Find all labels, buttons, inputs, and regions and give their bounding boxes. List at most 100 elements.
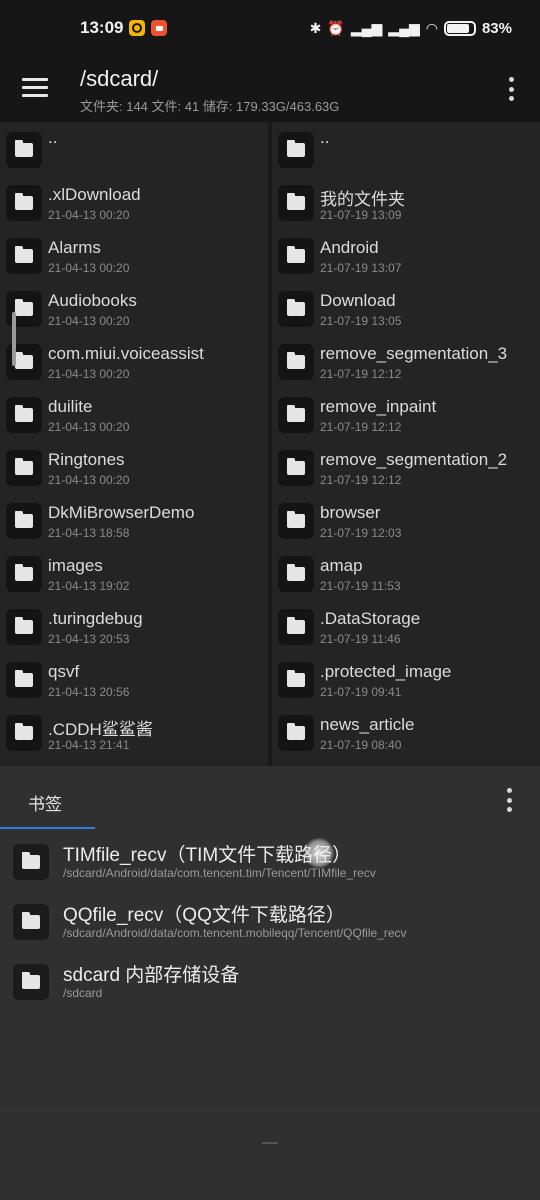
bookmarks-panel: 书签 TIMfile_recv（TIM文件下载路径） /sdcard/Andro… xyxy=(0,766,540,1200)
bookmark-item[interactable]: QQfile_recv（QQ文件下载路径） /sdcard/Android/da… xyxy=(0,898,540,954)
folder-icon xyxy=(6,556,42,592)
bookmark-item[interactable]: sdcard 内部存储设备 /sdcard xyxy=(0,958,540,1014)
alarm-icon: ⏰ xyxy=(327,19,345,36)
bookmark-name: QQfile_recv（QQ文件下载路径） xyxy=(63,905,345,926)
folder-date: 21-04-13 20:53 xyxy=(48,632,130,646)
folder-date: 21-07-19 12:12 xyxy=(320,367,402,381)
folder-row[interactable]: .DataStorage 21-07-19 11:46 xyxy=(272,599,540,652)
folder-row[interactable]: DkMiBrowserDemo 21-04-13 18:58 xyxy=(0,493,268,546)
folder-row[interactable]: remove_segmentation_3 21-07-19 12:12 xyxy=(272,334,540,387)
folder-row[interactable]: .xlDownload 21-04-13 00:20 xyxy=(0,175,268,228)
bookmark-path: /sdcard xyxy=(63,986,103,1000)
folder-icon xyxy=(6,662,42,698)
folder-row[interactable]: Download 21-07-19 13:05 xyxy=(272,281,540,334)
folder-row[interactable]: .CDDH鲨鲨酱 21-04-13 21:41 xyxy=(0,705,268,758)
folder-date: 21-04-13 20:56 xyxy=(48,685,130,699)
status-bar: 13:09 ✱ ⏰ ▂▄▆ ▂▄▆ ◠ 83% xyxy=(0,0,540,56)
folder-row[interactable]: remove_segmentation_2 21-07-19 12:12 xyxy=(272,440,540,493)
tab-bookmarks[interactable]: 书签 xyxy=(28,790,62,815)
folder-name: .. xyxy=(320,128,330,147)
bookmark-path: /sdcard/Android/data/com.tencent.tim/Ten… xyxy=(63,866,376,880)
folder-name: com.miui.voiceassist xyxy=(48,344,204,363)
bookmark-path: /sdcard/Android/data/com.tencent.mobileq… xyxy=(63,926,407,940)
folder-row[interactable]: amap 21-07-19 11:53 xyxy=(272,546,540,599)
folder-icon xyxy=(278,450,314,486)
folder-name: Download xyxy=(320,291,396,310)
folder-name: Audiobooks xyxy=(48,291,137,310)
bookmark-name: sdcard 内部存储设备 xyxy=(63,965,240,986)
folder-name: .DataStorage xyxy=(320,609,421,628)
menu-icon[interactable] xyxy=(22,78,48,98)
signal-hd-icon: ▂▄▆ xyxy=(388,19,420,36)
folder-date: 21-04-13 19:02 xyxy=(48,579,130,593)
folder-row[interactable]: .protected_image 21-07-19 09:41 xyxy=(272,652,540,705)
folder-date: 21-04-13 21:41 xyxy=(48,738,130,752)
folder-row[interactable]: Alarms 21-04-13 00:20 xyxy=(0,228,268,281)
folder-icon xyxy=(278,344,314,380)
folder-row[interactable]: Android 21-07-19 13:07 xyxy=(272,228,540,281)
touch-indicator xyxy=(304,838,334,868)
panel-divider xyxy=(0,1110,540,1111)
folder-row[interactable]: 我的文件夹 21-07-19 13:09 xyxy=(272,175,540,228)
folder-name: Ringtones xyxy=(48,450,125,469)
folder-name: Android xyxy=(320,238,379,257)
folder-name: .protected_image xyxy=(320,662,452,681)
bookmarks-more-icon[interactable] xyxy=(506,788,512,812)
folder-row[interactable]: .turingdebug 21-04-13 20:53 xyxy=(0,599,268,652)
folder-date: 21-04-13 00:20 xyxy=(48,261,130,275)
battery-icon xyxy=(443,20,476,36)
tab-indicator xyxy=(0,827,95,829)
folder-row[interactable]: Audiobooks 21-04-13 00:20 xyxy=(0,281,268,334)
folder-date: 21-07-19 09:41 xyxy=(320,685,402,699)
app-header: /sdcard/ 文件夹: 144 文件: 41 储存: 179.33G/463… xyxy=(0,56,540,122)
parent-folder-row[interactable]: .. xyxy=(0,122,268,175)
folder-date: 21-04-13 00:20 xyxy=(48,367,130,381)
status-time: 13:09 xyxy=(80,18,124,37)
parent-folder-row[interactable]: .. xyxy=(272,122,540,175)
folder-date: 21-04-13 00:20 xyxy=(48,208,130,222)
screen-record-icon xyxy=(151,20,168,36)
folder-row[interactable]: images 21-04-13 19:02 xyxy=(0,546,268,599)
folder-name: images xyxy=(48,556,103,575)
folder-icon xyxy=(13,964,49,1000)
folder-date: 21-07-19 08:40 xyxy=(320,738,402,752)
folder-row[interactable]: Ringtones 21-04-13 00:20 xyxy=(0,440,268,493)
status-icons: ✱ ⏰ ▂▄▆ ▂▄▆ ◠ 83% xyxy=(310,20,512,37)
folder-icon xyxy=(6,450,42,486)
folder-date: 21-07-19 12:03 xyxy=(320,526,402,540)
folder-row[interactable]: browser 21-07-19 12:03 xyxy=(272,493,540,546)
folder-icon xyxy=(6,397,42,433)
signal-hd-icon: ▂▄▆ xyxy=(350,19,383,36)
right-file-list[interactable]: .. 我的文件夹 21-07-19 13:09 Android 21-07-19 13:… xyxy=(272,122,540,766)
folder-name: .xlDownload xyxy=(48,185,141,204)
file-browser: .. .xlDownload 21-04-13 00:20 Alarms 21-04-1… xyxy=(0,122,540,766)
folder-icon xyxy=(6,185,42,221)
folder-date: 21-07-19 11:53 xyxy=(320,579,401,593)
folder-name: duilite xyxy=(48,397,93,416)
current-path-title: /sdcard/ xyxy=(80,66,159,91)
folder-date: 21-07-19 12:12 xyxy=(320,473,402,487)
scroll-handle[interactable] xyxy=(12,312,16,366)
folder-row[interactable]: news_article 21-07-19 08:40 xyxy=(272,705,540,758)
left-file-list[interactable]: .. .xlDownload 21-04-13 00:20 Alarms 21-04-1… xyxy=(0,122,268,766)
folder-icon xyxy=(278,185,314,221)
folder-icon xyxy=(278,238,314,274)
folder-name: qsvf xyxy=(48,662,80,681)
folder-icon xyxy=(6,609,42,645)
folder-name: .CDDH鲨鲨酱 xyxy=(48,720,153,739)
folder-name: .turingdebug xyxy=(48,609,143,628)
bookmark-item[interactable]: TIMfile_recv（TIM文件下载路径） /sdcard/Android/… xyxy=(0,838,540,894)
folder-icon xyxy=(6,132,42,168)
wifi-icon: ◠ xyxy=(425,19,438,36)
storage-summary: 文件夹: 144 文件: 41 储存: 179.33G/463.63G xyxy=(80,99,340,114)
folder-row[interactable]: remove_inpaint 21-07-19 12:12 xyxy=(272,387,540,440)
folder-icon xyxy=(278,715,314,751)
folder-row[interactable]: com.miui.voiceassist 21-04-13 00:20 xyxy=(0,334,268,387)
folder-date: 21-04-13 18:58 xyxy=(48,526,130,540)
folder-name: Alarms xyxy=(48,238,101,257)
home-indicator xyxy=(262,1142,278,1144)
folder-row[interactable]: qsvf 21-04-13 20:56 xyxy=(0,652,268,705)
folder-name: DkMiBrowserDemo xyxy=(48,503,195,522)
folder-row[interactable]: duilite 21-04-13 00:20 xyxy=(0,387,268,440)
more-options-icon[interactable] xyxy=(508,77,514,101)
